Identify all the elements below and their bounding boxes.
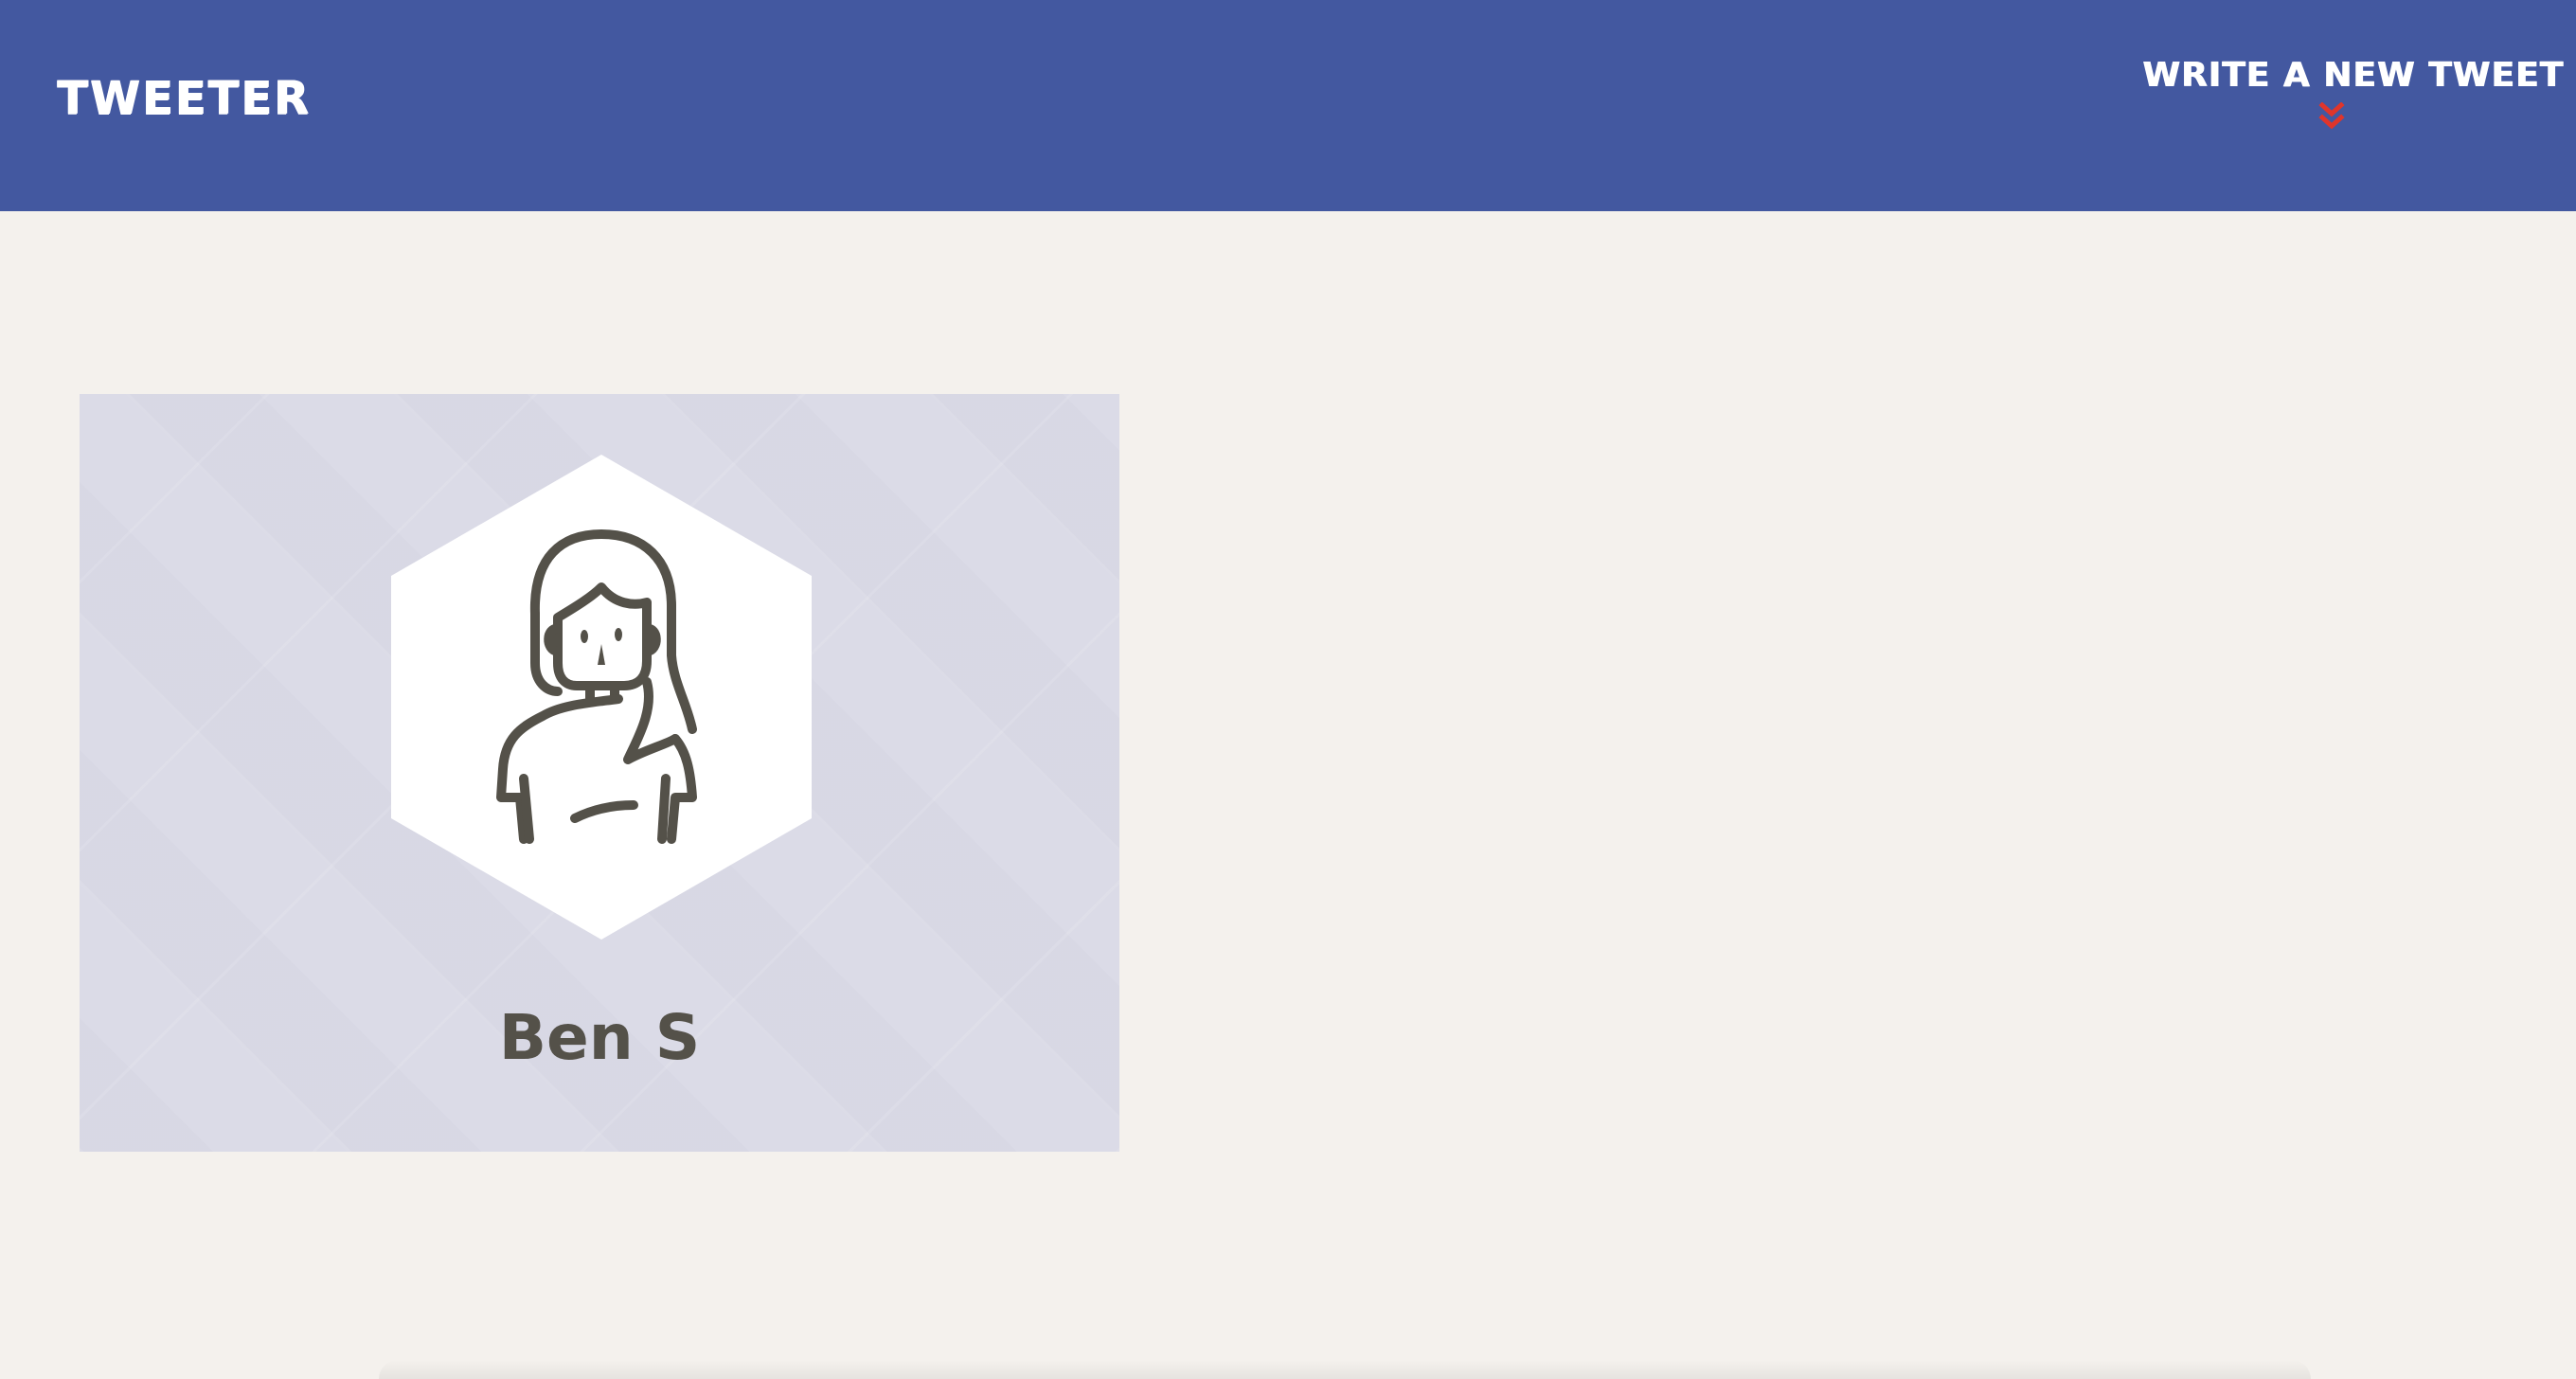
double-chevron-down-icon (2318, 102, 2345, 130)
navbar: tweeter Write a new tweet (0, 0, 2576, 211)
write-new-tweet-button[interactable]: Write a new tweet (2142, 53, 2564, 138)
profile-card: Ben S (80, 394, 1119, 1152)
user-avatar-icon (391, 455, 812, 940)
profile-name: Ben S (498, 1001, 701, 1074)
tweet-form-edge (379, 1360, 2311, 1379)
write-new-tweet-label: Write a new tweet (2142, 56, 2564, 95)
brand-logo[interactable]: tweeter (57, 68, 311, 129)
